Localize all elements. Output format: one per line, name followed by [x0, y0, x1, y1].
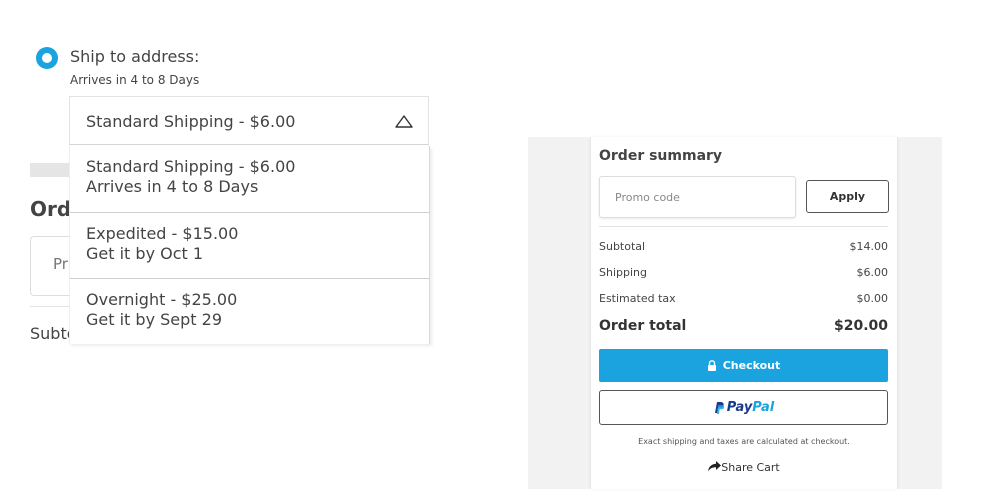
ship-arrival-text: Arrives in 4 to 8 Days [70, 73, 200, 87]
background-divider-bar [30, 163, 70, 177]
paypal-button[interactable]: Pay Pal [599, 390, 888, 425]
shipping-option-overnight[interactable]: Overnight - $25.00 Get it by Sept 29 [70, 279, 429, 344]
summary-row-value: $14.00 [849, 240, 889, 253]
ship-to-address-radio[interactable] [36, 47, 58, 69]
background-divider [30, 306, 70, 307]
shipping-method-select[interactable]: Standard Shipping - $6.00 [69, 96, 429, 145]
summary-row-value: $6.00 [856, 266, 889, 279]
summary-divider [599, 226, 888, 227]
background-order-heading: Ord [30, 197, 72, 221]
share-cart-link[interactable]: Share Cart [591, 461, 897, 474]
summary-row-shipping: Shipping $6.00 [599, 266, 888, 279]
summary-row-label: Shipping [599, 266, 647, 279]
paypal-logo-icon [714, 402, 724, 414]
summary-row-value: $0.00 [856, 292, 889, 305]
ship-to-address-label: Ship to address: [70, 47, 200, 66]
summary-row-subtotal: Subtotal $14.00 [599, 240, 888, 253]
shipping-option-detail: Get it by Oct 1 [86, 244, 204, 263]
order-total-label: Order total [599, 318, 687, 334]
shipping-option-title: Expedited - $15.00 [86, 224, 239, 243]
summary-row-total: Order total $20.00 [599, 318, 888, 334]
shipping-tax-note: Exact shipping and taxes are calculated … [638, 437, 850, 446]
shipping-option-standard[interactable]: Standard Shipping - $6.00 Arrives in 4 t… [70, 146, 429, 212]
summary-row-tax: Estimated tax $0.00 [599, 292, 888, 305]
shipping-option-title: Overnight - $25.00 [86, 290, 238, 309]
checkout-label: Checkout [722, 359, 781, 372]
background-promo-field: Pr [30, 236, 71, 296]
order-summary-title: Order summary [599, 148, 723, 164]
shipping-options-dropdown: Standard Shipping - $6.00 Arrives in 4 t… [69, 146, 430, 344]
paypal-text-pay: Pay [726, 400, 753, 415]
order-total-value: $20.00 [833, 318, 888, 334]
shipping-option-detail: Get it by Sept 29 [86, 310, 222, 329]
paypal-text-pal: Pal [752, 400, 775, 415]
shipping-option-title: Standard Shipping - $6.00 [86, 157, 296, 176]
background-promo-text: Pr [53, 255, 68, 273]
summary-row-label: Subtotal [599, 240, 646, 253]
checkout-button[interactable]: Checkout [599, 349, 888, 382]
lock-icon [707, 360, 716, 371]
share-arrow-icon [708, 461, 722, 472]
apply-promo-button[interactable]: Apply [806, 180, 889, 213]
share-cart-label: Share Cart [721, 461, 780, 474]
order-summary-card: Order summary Apply Subtotal $14.00 Ship… [590, 137, 898, 489]
shipping-option-detail: Arrives in 4 to 8 Days [86, 177, 259, 196]
shipping-method-selected: Standard Shipping - $6.00 [86, 112, 296, 131]
caret-up-icon [395, 115, 413, 128]
summary-row-label: Estimated tax [599, 292, 676, 305]
shipping-option-expedited[interactable]: Expedited - $15.00 Get it by Oct 1 [70, 213, 429, 279]
promo-code-input[interactable] [599, 176, 796, 218]
